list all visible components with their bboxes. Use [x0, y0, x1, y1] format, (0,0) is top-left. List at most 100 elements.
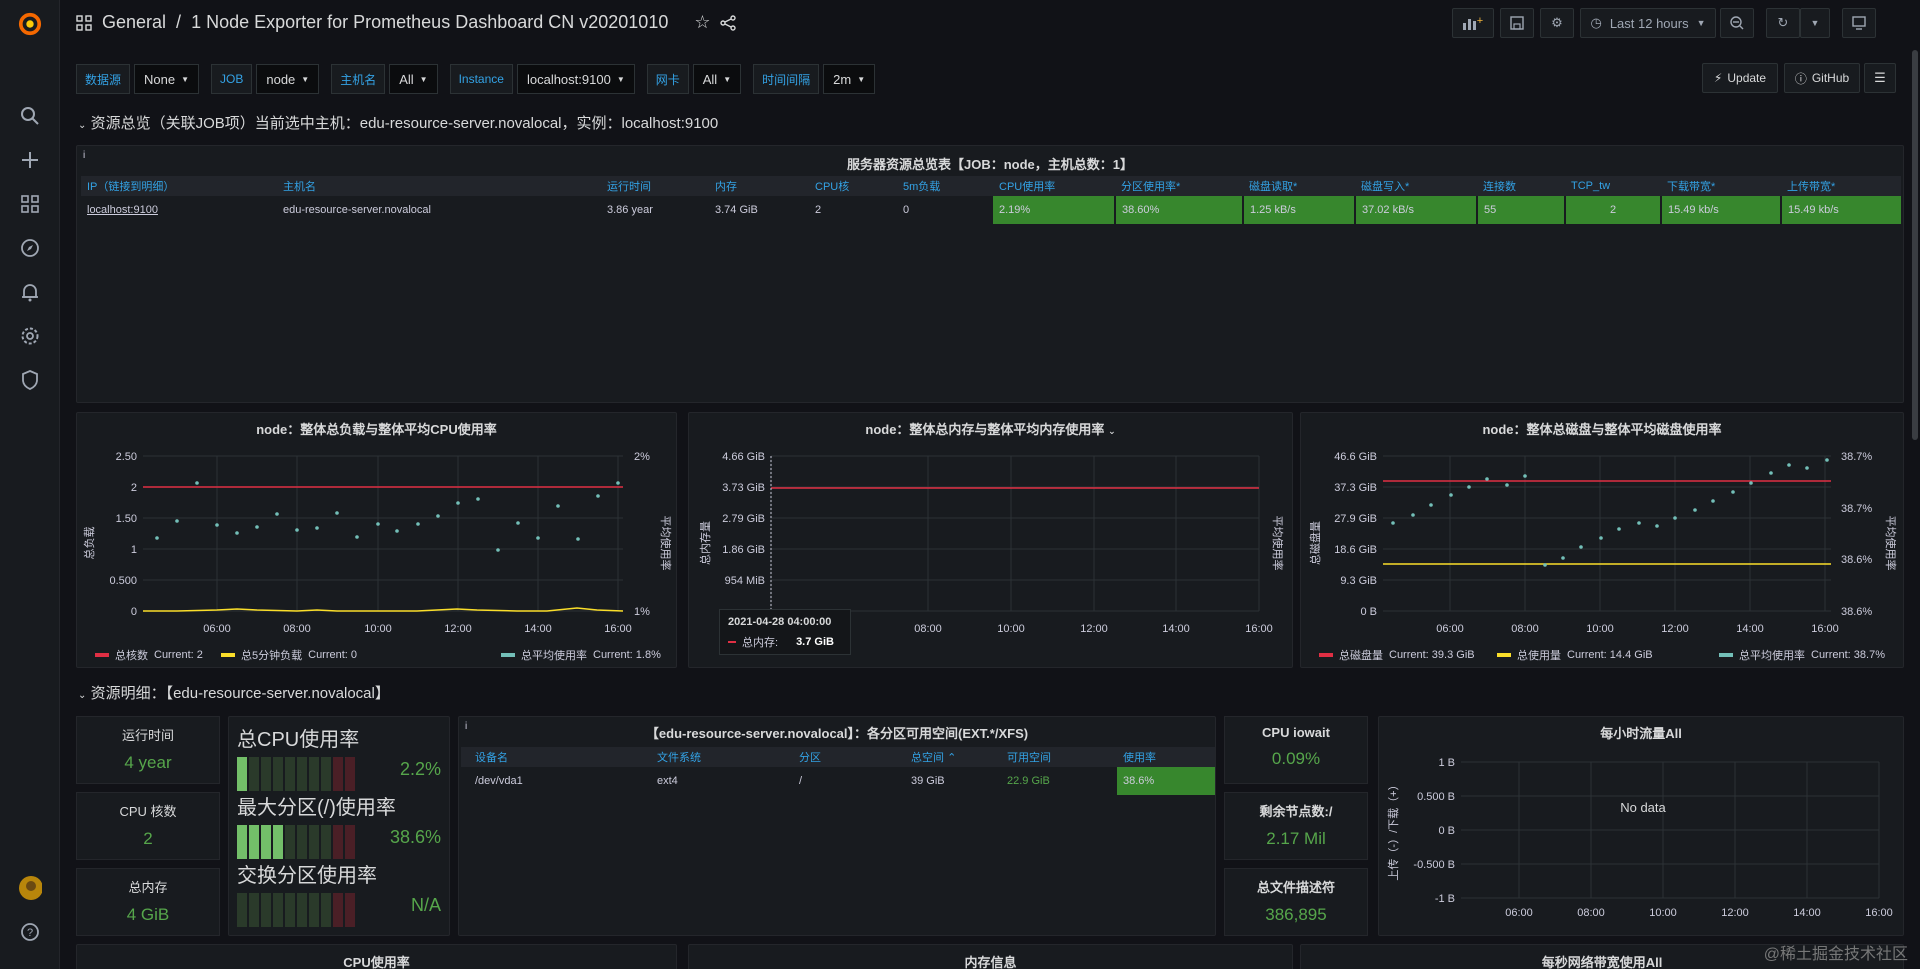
chevron-down-icon: ⌄ — [78, 120, 87, 131]
x-tick: 08:00 — [914, 623, 942, 635]
dashboard-grid-icon — [76, 14, 92, 31]
legend-item[interactable]: 总使用量 Current: 14.4 GiB — [1497, 647, 1653, 663]
x-tick: 06:00 — [1436, 623, 1464, 635]
dashboards-icon[interactable] — [18, 192, 42, 216]
var-select-interval[interactable]: 2m ▼ — [823, 64, 876, 94]
row-header-overview[interactable]: ⌄ 资源总览（关联JOB项）当前选中主机：edu-resource-server… — [78, 112, 718, 133]
explore-compass-icon[interactable] — [18, 236, 42, 260]
settings-gear-icon[interactable] — [18, 324, 42, 348]
y-tick-right: 38.7% — [1841, 451, 1872, 463]
y-tick: 0.500 B — [1417, 791, 1455, 803]
dashboard-settings-button[interactable]: ⚙ — [1540, 8, 1574, 38]
share-icon[interactable] — [720, 14, 737, 31]
legend-item[interactable]: 总5分钟负载 Current: 0 — [221, 647, 357, 663]
x-tick: 12:00 — [1661, 623, 1689, 635]
watermark: @稀土掘金技术社区 — [1763, 946, 1908, 963]
grafana-logo-icon[interactable] — [18, 12, 42, 36]
col-usage[interactable]: 使用率 — [1117, 747, 1215, 767]
col-connections[interactable]: 连接数 — [1477, 176, 1565, 196]
col-mountpoint[interactable]: 分区 — [793, 747, 905, 767]
refresh-interval-dropdown[interactable]: ▼ — [1800, 8, 1830, 38]
y-tick: 0 — [131, 606, 137, 618]
page-scrollbar[interactable] — [1912, 50, 1918, 440]
col-tcp-tw[interactable]: TCP_tw — [1565, 176, 1661, 196]
legend-item[interactable]: 总核数 Current: 2 — [95, 647, 203, 663]
user-avatar[interactable] — [18, 876, 42, 900]
stat-value: 4 year — [124, 753, 172, 772]
col-download[interactable]: 下载带宽* — [1661, 176, 1781, 196]
col-filesystem[interactable]: 文件系统 — [651, 747, 793, 767]
col-cpu-cores[interactable]: CPU核 — [809, 176, 897, 196]
col-total-space[interactable]: 总空间 ⌃ — [905, 747, 1001, 767]
y-tick-right: 2% — [634, 451, 650, 463]
github-link-button[interactable]: ⓘ GitHub — [1784, 63, 1860, 93]
cell-mountpoint: / — [799, 775, 803, 787]
time-picker[interactable]: ◷ Last 12 hours ▼ — [1580, 8, 1716, 38]
tooltip-series-name: 总内存: — [742, 637, 779, 649]
var-select-datasource[interactable]: None ▼ — [134, 64, 200, 94]
legend-current: Current: 2 — [154, 649, 203, 661]
stat-value: 2 — [143, 829, 153, 848]
gauge-cell — [273, 893, 283, 927]
search-icon[interactable] — [18, 104, 42, 128]
help-icon[interactable]: ? — [18, 920, 42, 944]
gauge-cell — [297, 825, 307, 859]
tv-mode-button[interactable] — [1842, 8, 1876, 38]
col-uptime[interactable]: 运行时间 — [601, 176, 709, 196]
x-tick: 08:00 — [1511, 623, 1539, 635]
col-cpu-usage[interactable]: CPU使用率 — [993, 176, 1115, 196]
gauge-root-partition: 最大分区(/)使用率 38.6% — [237, 791, 441, 859]
gauge-cells — [237, 757, 355, 791]
var-select-hostname[interactable]: All ▼ — [389, 64, 438, 94]
shield-icon[interactable] — [18, 368, 42, 392]
y-tick: 1 — [131, 544, 137, 556]
var-select-instance[interactable]: localhost:9100 ▼ — [516, 64, 635, 94]
plus-icon[interactable] — [18, 148, 42, 172]
legend-name: 总使用量 — [1517, 650, 1561, 662]
dashboard-links-menu-button[interactable]: ☰ — [1864, 63, 1896, 93]
col-hostname[interactable]: 主机名 — [277, 176, 601, 196]
cell-ip-link[interactable]: localhost:9100 — [81, 196, 277, 224]
dashboard-title[interactable]: 1 Node Exporter for Prometheus Dashboard… — [191, 12, 668, 33]
add-panel-button[interactable]: + — [1452, 8, 1494, 38]
zoom-out-button[interactable] — [1720, 8, 1754, 38]
row-header-details[interactable]: ⌄ 资源明细：【edu-resource-server.novalocal】 — [78, 682, 390, 703]
legend-item[interactable]: 总磁盘量 Current: 39.3 GiB — [1319, 647, 1475, 663]
star-icon[interactable]: ☆ — [694, 12, 710, 33]
legend-item[interactable]: 总平均使用率 Current: 38.7% — [1719, 647, 1885, 663]
alerting-bell-icon[interactable] — [18, 280, 42, 304]
template-variables: 数据源 None ▼ JOB node ▼ 主机名 All ▼ Instance lo… — [76, 64, 887, 94]
col-memory[interactable]: 内存 — [709, 176, 809, 196]
legend-swatch — [1497, 653, 1511, 657]
save-dashboard-button[interactable] — [1500, 8, 1534, 38]
svg-text:?: ? — [27, 927, 33, 939]
col-disk-read[interactable]: 磁盘读取* — [1243, 176, 1355, 196]
legend-current: Current: 39.3 GiB — [1389, 649, 1475, 661]
var-select-job[interactable]: node ▼ — [256, 64, 320, 94]
stat-label: CPU 核数 — [119, 804, 177, 819]
y-tick: 27.9 GiB — [1334, 513, 1377, 525]
col-device[interactable]: 设备名 — [461, 747, 651, 767]
var-select-nic[interactable]: All ▼ — [692, 64, 742, 94]
col-available-space[interactable]: 可用空间 — [1001, 747, 1117, 767]
col-disk-write[interactable]: 磁盘写入* — [1355, 176, 1477, 196]
col-ip[interactable]: IP（链接到明细） — [81, 176, 277, 196]
update-link-button[interactable]: ⚡ Update — [1702, 63, 1778, 93]
col-upload[interactable]: 上传带宽* — [1781, 176, 1901, 196]
breadcrumb-folder[interactable]: General — [102, 12, 166, 33]
col-load5[interactable]: 5m负载 — [897, 176, 993, 196]
cell-cpu-usage: 2.19% — [993, 196, 1116, 224]
sort-asc-icon: ⌃ — [947, 752, 957, 764]
x-tick: 12:00 — [1080, 623, 1108, 635]
gauge-value: 38.6% — [389, 827, 441, 847]
gauge-cells — [237, 825, 355, 859]
refresh-button[interactable]: ↻ — [1766, 8, 1800, 38]
gauge-cell — [345, 757, 355, 791]
partition-table: 设备名 文件系统 分区 总空间 ⌃ 可用空间 使用率 /dev/vda1 ext… — [461, 747, 1215, 795]
x-tick: 06:00 — [1505, 907, 1533, 919]
stat-label: 剩余节点数:/ — [1259, 804, 1333, 819]
col-partition-usage[interactable]: 分区使用率* — [1115, 176, 1243, 196]
cpu-cores-stat-panel: CPU 核数 2 — [76, 792, 220, 860]
legend-item[interactable]: 总平均使用率 Current: 1.8% — [501, 647, 661, 663]
var-label-nic: 网卡 — [646, 64, 689, 94]
